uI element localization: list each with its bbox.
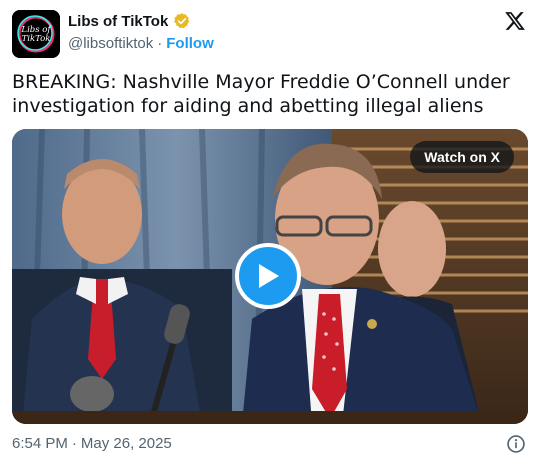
avatar-text-2: TikTok	[22, 34, 51, 44]
author-handle[interactable]: @libsoftiktok	[68, 35, 153, 52]
tweet-embed-card: Libs of TikTok Libs of TikTok @libsoftik…	[0, 0, 540, 464]
play-icon	[259, 264, 279, 288]
play-button[interactable]	[235, 243, 301, 309]
timestamp-separator: ·	[71, 435, 77, 452]
author-handle-row: @libsoftiktok · Follow	[68, 35, 214, 52]
info-icon[interactable]	[506, 434, 526, 454]
follow-button[interactable]: Follow	[166, 35, 214, 52]
tweet-timestamp[interactable]: 6:54 PM · May 26, 2025	[12, 435, 172, 452]
watch-on-x-button[interactable]: Watch on X	[410, 141, 514, 173]
tweet-date: May 26, 2025	[80, 435, 172, 452]
tweet-text: BREAKING: Nashville Mayor Freddie O’Conn…	[12, 71, 510, 117]
author-display-name[interactable]: Libs of TikTok	[68, 13, 168, 30]
avatar[interactable]: Libs of TikTok	[12, 10, 60, 58]
avatar-logo-image: Libs of TikTok	[12, 10, 60, 58]
author-name-row: Libs of TikTok	[68, 12, 191, 30]
tweet-time: 6:54 PM	[12, 435, 68, 452]
separator-dot: ·	[157, 35, 163, 52]
video-media[interactable]: Watch on X	[12, 129, 528, 424]
verified-badge-icon	[174, 13, 190, 29]
x-logo-icon[interactable]	[504, 10, 526, 32]
